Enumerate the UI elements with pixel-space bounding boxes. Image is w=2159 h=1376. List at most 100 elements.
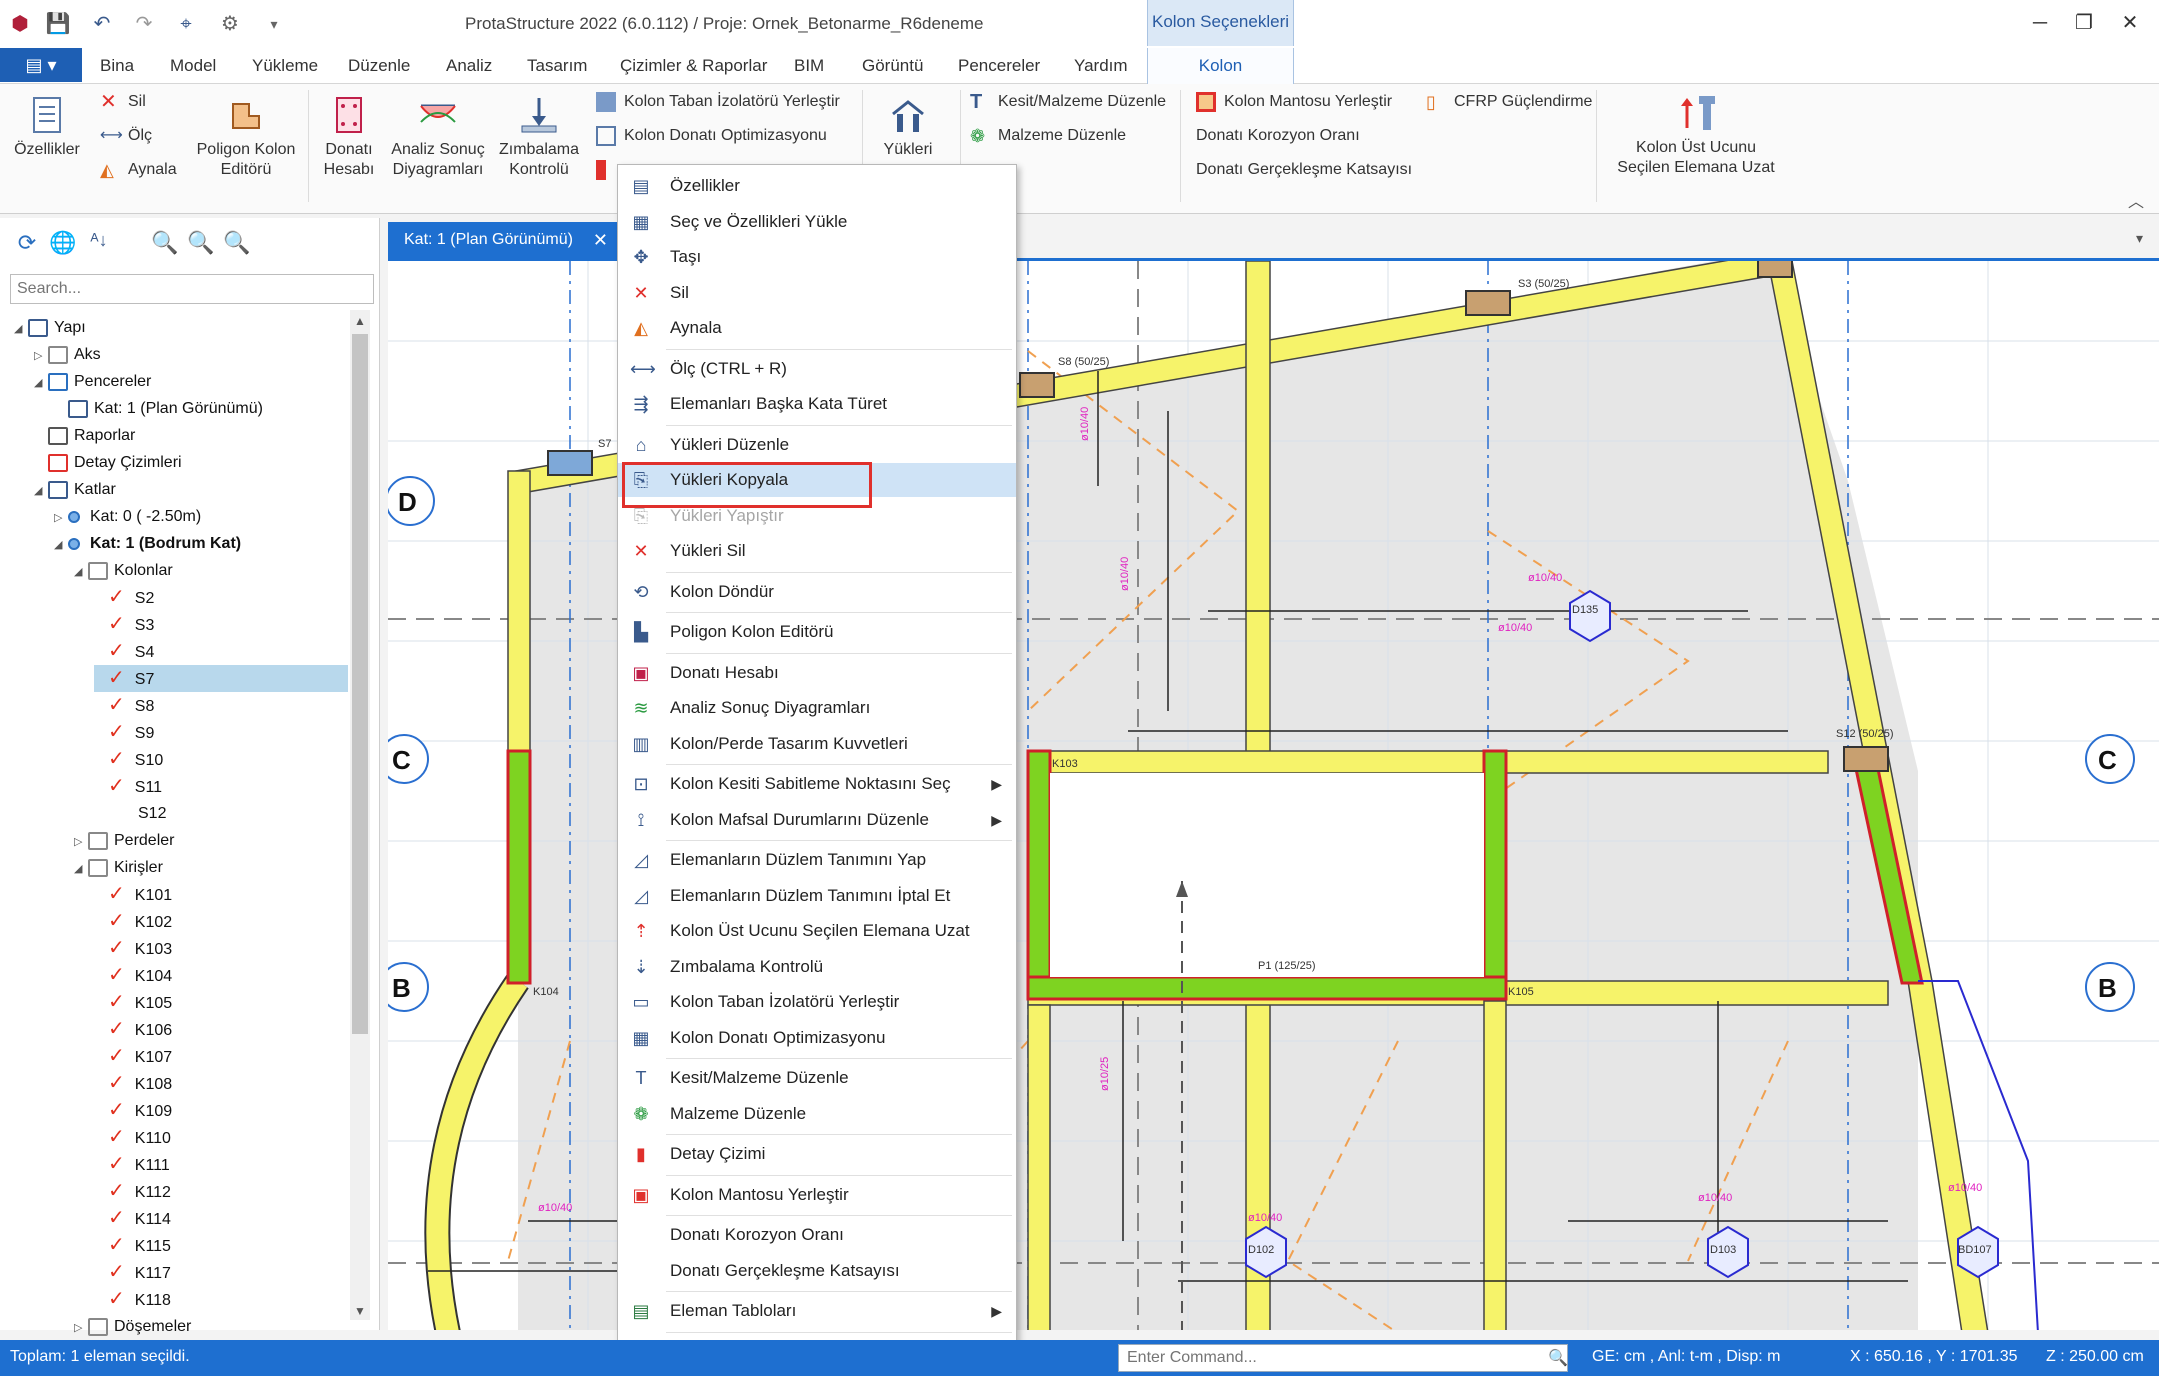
scroll-up-icon[interactable]: ▲ — [354, 314, 366, 328]
menu-item[interactable]: ▤ Özellikler — [618, 169, 1016, 203]
tree-item[interactable]: ◢ Kat: 1 (Bodrum Kat) — [54, 530, 241, 557]
tab-list-dropdown-icon[interactable]: ▾ — [2136, 230, 2143, 247]
tree-item[interactable]: Kat: 1 (Plan Görünümü) — [54, 395, 263, 422]
menu-item[interactable]: ✕ Sil — [618, 276, 1016, 310]
tree-item[interactable]: Detay Çizimleri — [34, 449, 182, 476]
aynala-button[interactable]: ◭ Aynala — [100, 158, 177, 182]
command-search-icon[interactable]: 🔍 — [1548, 1348, 1568, 1368]
menu-item[interactable]: ⌂ Yükleri Düzenle — [618, 428, 1016, 462]
ozellikler-button[interactable]: Özellikler — [10, 94, 84, 160]
tree-item[interactable]: ✓ S11 — [94, 773, 162, 800]
tab-duzenle[interactable]: Düzenle — [348, 56, 410, 76]
tab-cizimler-raporlar[interactable]: Çizimler & Raporlar — [620, 56, 767, 76]
menu-item[interactable]: ▮ Detay Çizimi — [618, 1137, 1016, 1171]
minimize-button[interactable]: ─ — [2020, 8, 2060, 38]
expander-icon[interactable]: ▷ — [74, 829, 88, 856]
tree-item[interactable]: ◢ Kolonlar — [74, 557, 173, 584]
gerceklesme-button[interactable]: Donatı Gerçekleşme Katsayısı — [1196, 158, 1412, 182]
menu-item[interactable]: ▦ Kolon Donatı Optimizasyonu — [618, 1021, 1016, 1055]
tree-item[interactable]: ✓ K108 — [94, 1070, 172, 1097]
menu-item[interactable]: ⇶ Elemanları Başka Kata Türet — [618, 387, 1016, 421]
menu-item[interactable]: T Kesit/Malzeme Düzenle — [618, 1061, 1016, 1095]
tree-item[interactable]: ✓ K105 — [94, 989, 172, 1016]
tab-plan-view[interactable]: Kat: 1 (Plan Görünümü) ✕ — [388, 222, 618, 258]
tree-item[interactable]: ▷ Perdeler — [74, 827, 174, 854]
tree-item[interactable]: S12 — [94, 800, 166, 827]
menu-item[interactable]: Donatı Gerçekleşme Katsayısı — [618, 1254, 1016, 1288]
tree-item[interactable]: ✓ S4 — [94, 638, 154, 665]
tab-tasarim[interactable]: Tasarım — [527, 56, 587, 76]
tree-item[interactable]: ✓ K117 — [94, 1259, 171, 1286]
tab-model[interactable]: Model — [170, 56, 216, 76]
poligon-kolon-editoru-button[interactable]: Poligon Kolon Editörü — [194, 94, 298, 180]
structure-icon[interactable]: ⌖ — [172, 10, 200, 38]
tree-item[interactable]: ✓ K115 — [94, 1232, 171, 1259]
tree-item[interactable]: ✓ K110 — [94, 1124, 171, 1151]
zimbalama-kontrolu-button[interactable]: Zımbalama Kontrolü — [494, 94, 584, 180]
tree-item[interactable]: ✓ K118 — [94, 1286, 171, 1313]
ribbon-small-icon[interactable] — [596, 158, 614, 182]
tab-kolon[interactable]: Kolon — [1147, 48, 1294, 84]
sil-button[interactable]: ✕ Sil — [100, 90, 146, 114]
expander-icon[interactable]: ▷ — [34, 343, 48, 370]
tree-item[interactable]: ✓ K111 — [94, 1151, 170, 1178]
menu-item[interactable]: ▣ Kolon Mantosu Yerleştir — [618, 1178, 1016, 1212]
tree-item[interactable]: ✓ K103 — [94, 935, 172, 962]
tree-item[interactable]: ✓ K106 — [94, 1016, 172, 1043]
menu-item[interactable]: ⟷ Ölç (CTRL + R) — [618, 352, 1016, 386]
donati-optimizasyonu-button[interactable]: Kolon Donatı Optimizasyonu — [596, 124, 827, 148]
kolon-ust-ucunu-uzat-button[interactable]: Kolon Üst Ucunu Seçilen Elemana Uzat — [1606, 92, 1786, 178]
globe-icon[interactable]: 🌐 — [48, 230, 78, 260]
gear-icon[interactable]: ⚙ — [216, 10, 244, 38]
tree-item[interactable]: ◢ Pencereler — [34, 368, 151, 395]
expander-icon[interactable]: ▷ — [74, 1315, 88, 1342]
olc-button[interactable]: ⟷ Ölç — [100, 124, 152, 148]
tree-search-input[interactable] — [10, 274, 374, 304]
menu-item[interactable]: ≋ Analiz Sonuç Diyagramları — [618, 691, 1016, 725]
units-status[interactable]: GE: cm , Anl: t-m , Disp: m — [1592, 1348, 1780, 1366]
menu-item[interactable]: ▦ Seç ve Özellikleri Yükle — [618, 205, 1016, 239]
menu-item[interactable]: ▣ Donatı Hesabı — [618, 656, 1016, 690]
customize-quick-access-icon[interactable]: ▾ — [260, 10, 288, 38]
menu-item[interactable]: ◿ Elemanların Düzlem Tanımını İptal Et — [618, 879, 1016, 913]
tab-pencereler[interactable]: Pencereler — [958, 56, 1040, 76]
menu-item[interactable]: ▥ Kolon/Perde Tasarım Kuvvetleri — [618, 727, 1016, 761]
menu-item[interactable]: ◭ Aynala — [618, 311, 1016, 345]
tree-item[interactable]: ✓ K114 — [94, 1205, 171, 1232]
menu-item[interactable]: ✕ Yükleri Sil — [618, 534, 1016, 568]
menu-item[interactable]: ▙ Poligon Kolon Editörü — [618, 615, 1016, 649]
tree-item[interactable]: ✓ K109 — [94, 1097, 172, 1124]
tab-analiz[interactable]: Analiz — [446, 56, 492, 76]
tree-item[interactable]: ✓ S8 — [94, 692, 154, 719]
tree-item[interactable]: ✓ S2 — [94, 584, 154, 611]
analiz-sonuc-diyagramlari-button[interactable]: Analiz Sonuç Diyagramları — [388, 94, 488, 180]
tree-item[interactable]: ✓ S7 — [94, 665, 348, 692]
undo-icon[interactable]: ↶ — [88, 10, 116, 38]
tree-item[interactable]: ◢ Katlar — [34, 476, 116, 503]
close-button[interactable]: ✕ — [2110, 8, 2150, 38]
tree-scrollbar-thumb[interactable] — [352, 334, 368, 1034]
taban-izolatoru-button[interactable]: Kolon Taban İzolatörü Yerleştir — [596, 90, 840, 114]
korozyon-button[interactable]: Donatı Korozyon Oranı — [1196, 124, 1360, 148]
expander-icon[interactable]: ◢ — [14, 316, 28, 343]
menu-item[interactable]: ▤ Eleman Tabloları ▶ — [618, 1294, 1016, 1328]
tab-goruntu[interactable]: Görüntü — [862, 56, 923, 76]
tree-item[interactable]: ▷ Aks — [34, 341, 101, 368]
donati-hesabi-button[interactable]: Donatı Hesabı — [316, 94, 382, 180]
expander-icon[interactable]: ◢ — [34, 478, 48, 505]
redo-icon[interactable]: ↷ — [130, 10, 158, 38]
zoom-window-icon[interactable]: 🔍 — [150, 230, 180, 260]
scroll-down-icon[interactable]: ▼ — [354, 1304, 366, 1318]
menu-item[interactable]: ❁ Malzeme Düzenle — [618, 1097, 1016, 1131]
sort-icon[interactable]: ᴬ↓ — [84, 230, 114, 260]
tab-yardim[interactable]: Yardım — [1074, 56, 1128, 76]
menu-item[interactable]: ⟟ Kolon Mafsal Durumlarını Düzenle ▶ — [618, 803, 1016, 837]
file-menu-button[interactable]: ▤ ▾ — [0, 48, 82, 82]
tree-item[interactable]: ◢ Yapı — [14, 314, 86, 341]
expander-icon[interactable]: ◢ — [34, 370, 48, 397]
tree-item[interactable]: Raporlar — [34, 422, 135, 449]
tree-item[interactable]: ✓ S3 — [94, 611, 154, 638]
kesit-malzeme-button[interactable]: T Kesit/Malzeme Düzenle — [970, 90, 1166, 114]
tree-item[interactable]: ▷ Döşemeler — [74, 1313, 191, 1340]
tree-item[interactable]: ✓ K107 — [94, 1043, 172, 1070]
